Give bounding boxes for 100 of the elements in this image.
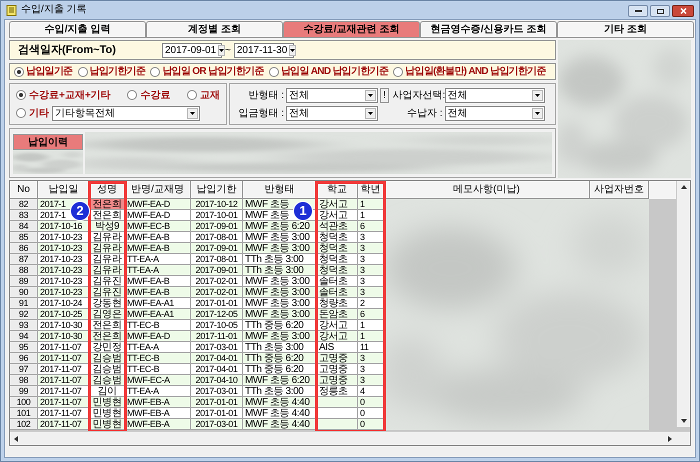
table-cell: MWF 초등 3:00 (243, 243, 317, 254)
table-cell: 2017-04-01 (191, 353, 243, 364)
table-cell: 3 (358, 232, 384, 243)
table-cell: TT-EC-B (125, 320, 191, 331)
radio-button[interactable] (14, 66, 24, 76)
table-cell: 101 (10, 408, 38, 419)
radio-label: 교재 (200, 88, 220, 102)
table-cell: 청덕초 (317, 254, 358, 265)
search-label: 검색일자(From~To) (18, 42, 117, 58)
radio-label: 수강료 (140, 88, 170, 102)
history-tab[interactable]: 납입이력 (13, 134, 83, 150)
radio-button[interactable] (78, 66, 88, 76)
table-cell: 김승범 (90, 364, 125, 375)
filter-label: 수납자 : (406, 106, 442, 120)
radio-button[interactable] (127, 90, 138, 100)
table-cell: 88 (10, 265, 38, 276)
table-cell: 전은희 (90, 210, 125, 221)
table-cell: MWF-EC-B (125, 221, 191, 232)
to-date-field[interactable]: 2017-11-30 (234, 42, 294, 58)
table-cell: 2017-11-07 (38, 419, 90, 430)
table-cell: TT-EC-B (125, 364, 191, 375)
table-cell: 돈암초 (317, 309, 358, 320)
table-cell: 강서고 (317, 331, 358, 342)
radio-button[interactable] (268, 66, 279, 76)
tab[interactable]: 기타 조회 (557, 21, 694, 38)
table-cell: 고명중 (317, 364, 358, 375)
table-cell: 전은희 (90, 320, 125, 331)
table-cell: 솔터초 (317, 287, 358, 298)
table-cell: 2017-11-01 (191, 331, 243, 342)
info-button[interactable]: ! (380, 88, 389, 102)
table-cell: MWF-EA-B (125, 276, 191, 287)
table-cell: 0 (358, 419, 384, 430)
filter-field[interactable]: 전체 (286, 106, 378, 120)
tab[interactable]: 수강료/교재관련 조회 (283, 21, 420, 38)
table-cell: 11 (358, 342, 384, 353)
table-cell: 2017-10-16 (38, 221, 90, 232)
table-cell: 2017-09-01 (191, 265, 243, 276)
table-cell: 고명중 (317, 375, 358, 386)
table-cell: MWF-EB-A (125, 419, 191, 430)
table-cell: 2017-12-05 (191, 309, 243, 320)
table-cell: 청량초 (317, 298, 358, 309)
radio-button[interactable] (16, 90, 26, 100)
table-cell: 민병현 (90, 419, 125, 430)
table-cell: 3 (358, 375, 384, 386)
table-cell: 강서고 (317, 320, 358, 331)
table-cell: MWF-EA-D (125, 210, 191, 221)
table-cell: 98 (10, 375, 38, 386)
tab[interactable]: 수입/지출 입력 (9, 21, 146, 38)
table-cell: MWF 초등 3:00 (243, 287, 317, 298)
scroll-right-icon (668, 436, 672, 442)
table-cell: 2017-10-23 (38, 276, 90, 287)
table-cell: 2017-10-23 (38, 265, 90, 276)
table-cell: TT-EA-A (125, 386, 191, 397)
table-cell: 87 (10, 254, 38, 265)
table-cell: 2017-04-01 (191, 364, 243, 375)
table-cell: TT-EA-A (125, 342, 191, 353)
table-cell: MWF 초등 4:40 (243, 419, 317, 430)
table-cell (317, 397, 358, 408)
table-cell: 2017-11-07 (38, 408, 90, 419)
radio-button[interactable] (16, 108, 26, 118)
table-cell: MWF-EB-A (125, 408, 191, 419)
radio-label: 납입일 AND 납입기한기준 (280, 65, 388, 79)
table-cell: 김유라 (90, 232, 125, 243)
radio-button[interactable] (187, 90, 197, 100)
table-cell: 3 (358, 276, 384, 287)
filter-field[interactable]: 전체 (444, 106, 544, 120)
table-cell: 97 (10, 364, 38, 375)
horizontal-scrollbar[interactable] (10, 431, 690, 445)
radio-button[interactable] (150, 66, 160, 76)
vertical-scrollbar[interactable] (676, 181, 690, 427)
filter-field[interactable]: 전체 (286, 88, 378, 102)
table-cell: 91 (10, 298, 38, 309)
table-cell: 3 (358, 287, 384, 298)
table-cell: 김유진 (90, 276, 125, 287)
tab[interactable]: 현금영수증/신용카드 조회 (420, 21, 557, 38)
close-icon (680, 8, 686, 14)
table-cell: 2017-02-01 (191, 276, 243, 287)
close-button[interactable] (672, 5, 694, 17)
category-field[interactable]: 기타항목전체 (52, 106, 200, 120)
maximize-button[interactable] (650, 5, 670, 17)
filter-field[interactable]: 전체 (444, 88, 544, 102)
radio-button[interactable] (393, 66, 404, 76)
table-cell (317, 408, 358, 419)
table-cell: 2017-11-07 (38, 375, 90, 386)
tab[interactable]: 계정별 조회 (146, 21, 283, 38)
table-cell: 김승범 (90, 375, 125, 386)
table-cell: MWF-EB-A (125, 397, 191, 408)
table-cell: MWF 초등 3:00 (243, 276, 317, 287)
table-cell: MWF-EA-A1 (125, 309, 191, 320)
table-cell: 김유라 (90, 265, 125, 276)
table-cell: 청덕초 (317, 243, 358, 254)
from-date-field[interactable]: 2017-09-01 (162, 42, 222, 58)
table-cell: TTh 중등 6:20 (243, 364, 317, 375)
table-cell: 2017-09-01 (191, 243, 243, 254)
minimize-button[interactable] (628, 5, 648, 17)
radio-label: 납입기한기준 (90, 65, 146, 79)
table-cell: 고명중 (317, 353, 358, 364)
table-cell: 2017-03-01 (191, 419, 243, 430)
table-cell: TT-EC-B (125, 353, 191, 364)
table-cell: 3 (358, 265, 384, 276)
